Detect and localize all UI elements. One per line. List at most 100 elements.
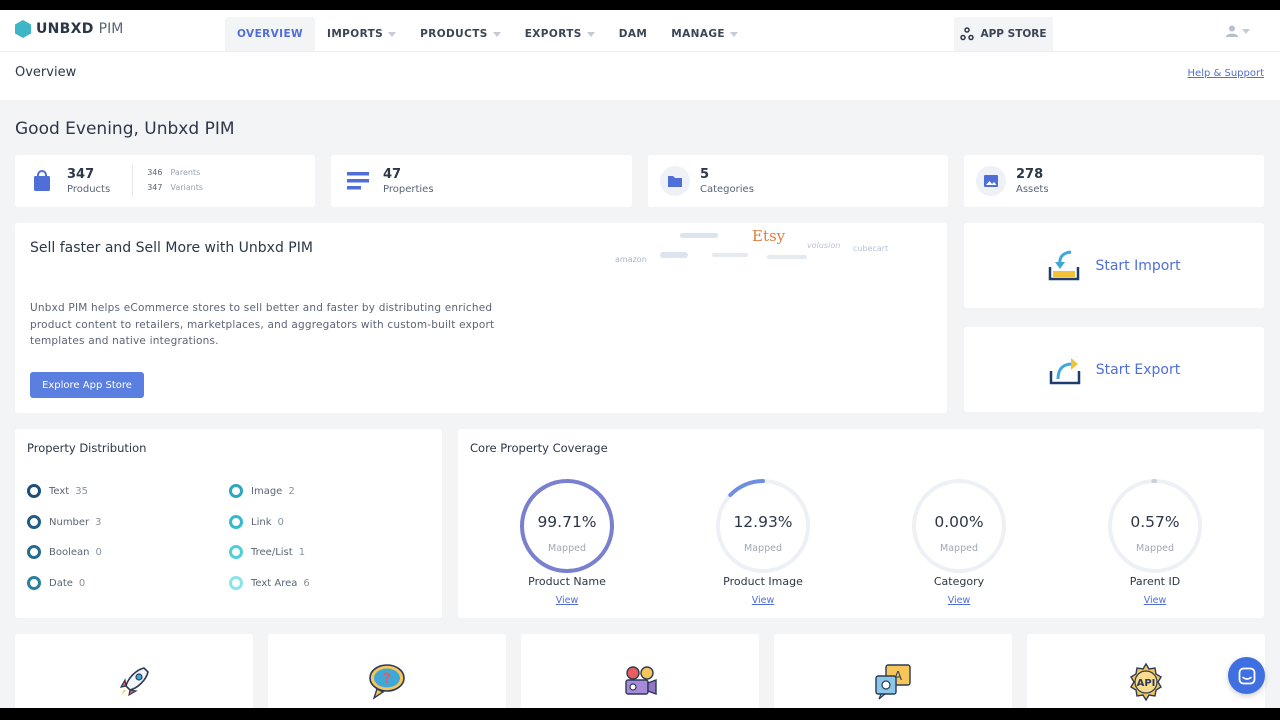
amazon-logo: amazon (615, 255, 647, 264)
coverage-percent: 0.00% (934, 513, 984, 531)
property-distribution-panel: Property Distribution Text 35 Number 3 Boo… (15, 429, 442, 618)
rocket-icon (119, 667, 149, 697)
translate-icon: A (875, 664, 911, 700)
core-coverage-title: Core Property Coverage (470, 441, 608, 455)
explore-app-store-button[interactable]: Explore App Store (30, 372, 144, 398)
page-title: Overview (15, 65, 77, 80)
dist-count: 35 (75, 485, 88, 497)
dist-item-text-area: Text Area 6 (229, 576, 310, 590)
tab-exports[interactable]: EXPORTS (513, 17, 607, 51)
legend-ring (229, 545, 243, 559)
coverage-gauge: 12.93% Mapped (714, 477, 812, 575)
dist-count: 3 (95, 516, 102, 528)
feature-card-getting-started[interactable] (15, 634, 253, 708)
coverage-percent: 99.71% (537, 513, 597, 531)
chat-launcher-button[interactable] (1228, 657, 1265, 694)
dist-label: Link (251, 516, 272, 528)
help-support-link[interactable]: Help & Support (1188, 68, 1264, 79)
stat-properties[interactable]: 47 Properties (331, 155, 632, 207)
chevron-down-icon (729, 31, 738, 37)
unbxd-logo-icon (15, 20, 31, 38)
stat-assets[interactable]: 278 Assets (964, 155, 1264, 207)
tab-imports[interactable]: IMPORTS (315, 17, 408, 51)
chat-icon (1238, 667, 1255, 684)
dist-count: 0 (95, 546, 102, 558)
legend-ring (229, 576, 243, 590)
dist-count: 0 (78, 577, 86, 589)
coverage-gauge: 99.71% Mapped (518, 477, 616, 575)
brand-logo[interactable]: UNBXD PIM (15, 20, 123, 38)
dist-label: Date (49, 577, 73, 589)
coverage-name: Product Name (528, 575, 606, 588)
stat-categories[interactable]: 5 Categories (648, 155, 948, 207)
folder-icon (660, 166, 690, 196)
view-link[interactable]: View (556, 595, 579, 606)
dist-label: Image (251, 485, 283, 497)
feature-card-translate[interactable]: A (774, 634, 1012, 708)
gauge-arc (728, 479, 765, 498)
view-link[interactable]: View (1144, 595, 1167, 606)
dist-item-number: Number 3 (27, 515, 102, 529)
brand-product: PIM (98, 21, 124, 37)
coverage-gauge: 0.57% Mapped (1106, 477, 1204, 575)
parents-label: Parents (170, 168, 201, 177)
app-window: UNBXD PIM OVERVIEW IMPORTS PRODUCTS EXPO… (0, 10, 1280, 708)
import-tray-icon (1049, 250, 1080, 280)
coverage-name: Product Image (723, 575, 803, 588)
dist-label: Number (49, 516, 90, 528)
tab-dam[interactable]: DAM (607, 17, 660, 51)
products-breakdown: 346 Parents 347 Variants (132, 165, 203, 197)
tab-manage[interactable]: MANAGE (659, 17, 750, 51)
coverage-category: 0.00% Mapped Category View (879, 477, 1039, 607)
video-camera-icon (625, 666, 657, 696)
dist-label: Text Area (251, 577, 298, 589)
user-icon (1226, 25, 1238, 37)
tab-products[interactable]: PRODUCTS (408, 17, 513, 51)
view-link[interactable]: View (752, 595, 775, 606)
etsy-logo: Etsy (752, 227, 786, 245)
cubecart-logo: cubecart (853, 244, 889, 253)
coverage-percent: 0.57% (1130, 513, 1180, 531)
shopping-bag-icon (27, 166, 57, 196)
partner-logo-2 (660, 252, 688, 258)
top-nav: UNBXD PIM OVERVIEW IMPORTS PRODUCTS EXPO… (0, 10, 1280, 51)
dist-item-date: Date 0 (27, 576, 85, 590)
coverage-percent: 12.93% (733, 513, 793, 531)
chevron-down-icon (492, 31, 501, 37)
dist-count: 6 (303, 577, 310, 589)
products-count: 347 (67, 167, 95, 182)
legend-ring (27, 484, 41, 498)
start-import-card[interactable]: Start Import (964, 223, 1264, 308)
help-bubble-icon: ? (369, 664, 405, 700)
legend-ring (27, 545, 41, 559)
coverage-parent-id: 0.57% Mapped Parent ID View (1075, 477, 1235, 607)
user-menu[interactable] (1226, 25, 1250, 37)
partner-logo-3 (712, 253, 748, 257)
app-store-icon (960, 27, 975, 41)
core-property-coverage-panel: Core Property Coverage 99.71% Mapped Pro… (458, 429, 1264, 618)
chevron-down-icon (1242, 28, 1250, 34)
tab-overview[interactable]: OVERVIEW (225, 17, 316, 51)
feature-card-help[interactable]: ? (268, 634, 506, 708)
nav-tabs: OVERVIEW IMPORTS PRODUCTS EXPORTS DAM MA… (225, 17, 750, 51)
view-link[interactable]: View (948, 595, 971, 606)
coverage-product-image: 12.93% Mapped Product Image View (683, 477, 843, 607)
properties-label: Properties (383, 184, 434, 195)
chevron-down-icon (388, 31, 397, 37)
export-tray-icon (1049, 357, 1080, 384)
app-store-label: APP STORE (980, 28, 1047, 40)
api-gear-icon: API (1130, 662, 1162, 702)
dist-label: Text (49, 485, 70, 497)
legend-ring (229, 515, 243, 529)
tab-label: MANAGE (671, 28, 725, 40)
app-store-button[interactable]: APP STORE (954, 17, 1053, 51)
start-export-card[interactable]: Start Export (964, 327, 1264, 412)
coverage-product-name: 99.71% Mapped Product Name View (487, 477, 647, 607)
list-lines-icon (343, 166, 373, 196)
partner-logo-4 (767, 255, 807, 259)
stat-products[interactable]: 347 Products 346 Parents 347 Variants (15, 155, 315, 207)
svg-text:API: API (1137, 678, 1156, 689)
feature-card-video[interactable] (521, 634, 759, 708)
dist-label: Boolean (49, 546, 90, 558)
dist-item-link: Link 0 (229, 515, 284, 529)
